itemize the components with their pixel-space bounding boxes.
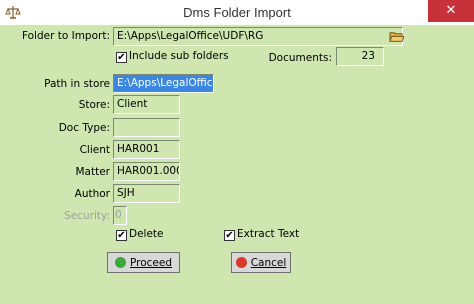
delete-label: Delete: [129, 228, 164, 240]
client-label: Client: [79, 144, 110, 156]
store-input[interactable]: Client: [113, 95, 180, 114]
documents-label: Documents:: [268, 52, 332, 64]
client-input[interactable]: HAR001: [113, 140, 180, 159]
proceed-label: Proceed: [129, 256, 172, 269]
doctype-input[interactable]: [113, 118, 180, 137]
close-button[interactable]: ✕: [428, 0, 474, 22]
path-label: Path in store: [44, 78, 110, 90]
doctype-label: Doc Type:: [58, 122, 110, 134]
extract-text-label: Extract Text: [237, 228, 300, 240]
path-input[interactable]: E:\Apps\LegalOffice\(: [113, 74, 214, 93]
window-title: Dms Folder Import: [183, 5, 291, 20]
store-label: Store:: [78, 99, 110, 111]
security-input: 0: [113, 206, 127, 225]
include-subfolders-label: Include sub folders: [129, 50, 229, 62]
delete-checkbox[interactable]: ✔: [116, 230, 127, 241]
folder-open-icon[interactable]: [389, 29, 404, 44]
red-cancel-icon: [235, 257, 247, 268]
extract-text-checkbox[interactable]: ✔: [224, 230, 235, 241]
author-label: Author: [74, 188, 110, 200]
matter-label: Matter: [75, 166, 110, 178]
documents-count: 23: [336, 47, 384, 66]
proceed-button[interactable]: Proceed: [107, 252, 180, 273]
close-icon: ✕: [445, 3, 457, 18]
dialog-body: Folder to Import: E:\Apps\LegalOffice\UD…: [0, 25, 474, 304]
include-subfolders-checkbox[interactable]: ✔: [116, 52, 127, 63]
title-bar: Dms Folder Import ✕: [0, 0, 474, 25]
author-input[interactable]: SJH: [113, 184, 180, 203]
green-check-icon: [114, 257, 126, 268]
folder-input[interactable]: E:\Apps\LegalOffice\UDF\RG: [113, 27, 403, 46]
cancel-label: Cancel: [250, 256, 287, 269]
folder-label: Folder to Import:: [21, 30, 110, 42]
matter-input[interactable]: HAR001.0002: [113, 162, 180, 181]
security-label: Security:: [64, 210, 110, 222]
cancel-button[interactable]: Cancel: [231, 252, 291, 273]
